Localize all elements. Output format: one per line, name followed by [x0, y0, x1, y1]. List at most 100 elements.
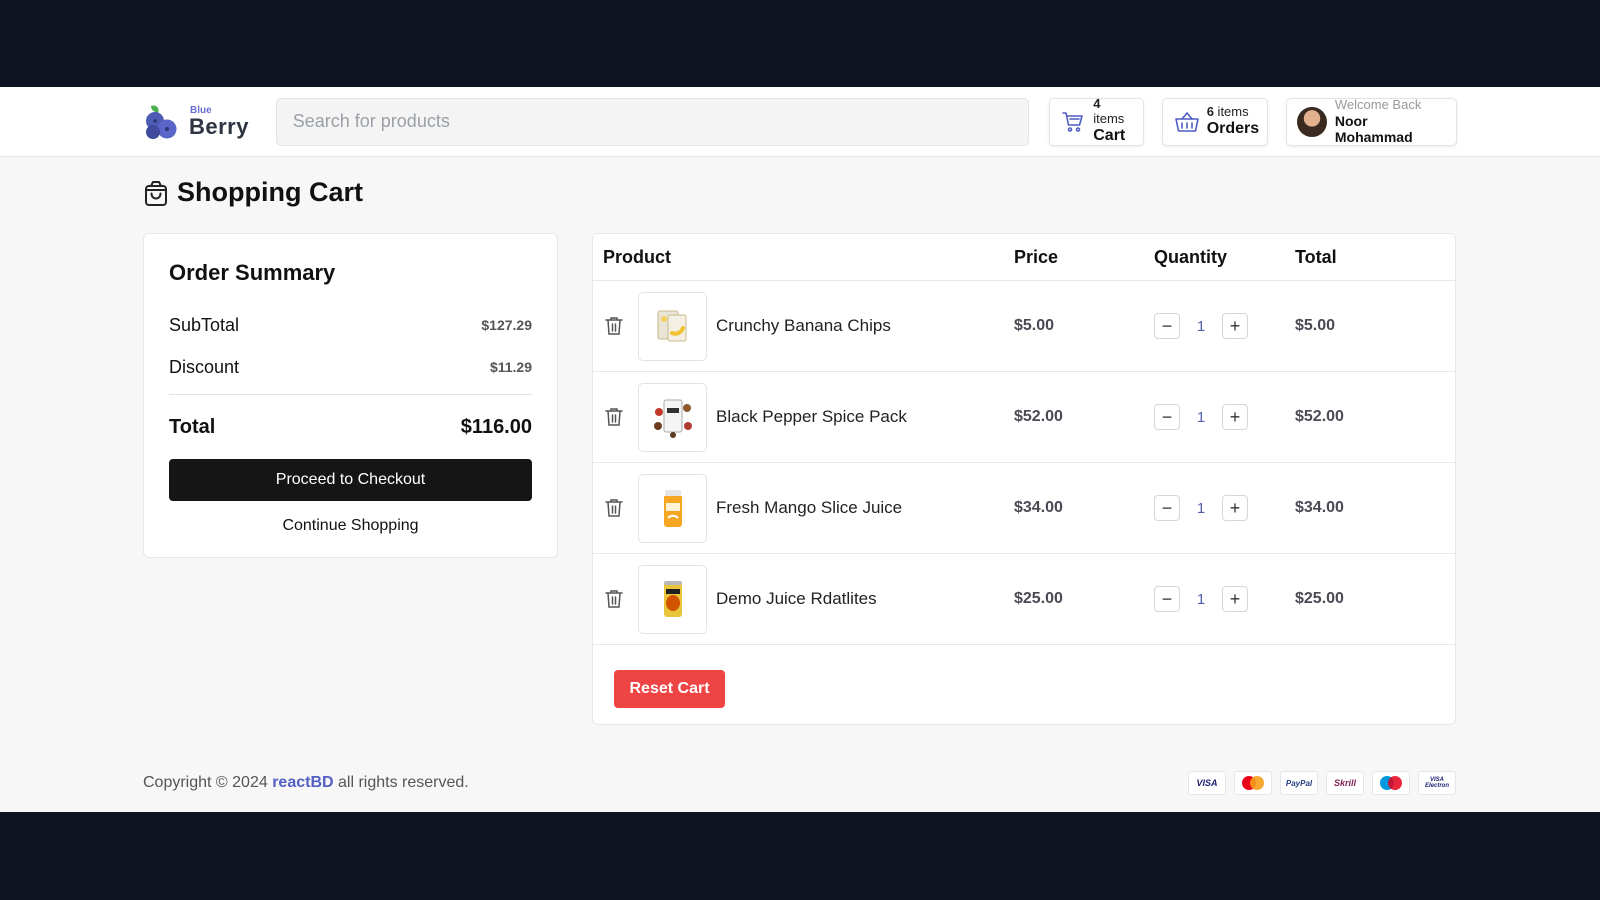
quantity-value: 1 [1196, 499, 1206, 517]
product-name: Crunchy Banana Chips [716, 316, 891, 335]
trash-icon [605, 317, 623, 335]
product-price: $5.00 [1014, 317, 1055, 334]
product-price: $25.00 [1014, 590, 1063, 607]
app-viewport: Blue Berry 4 items Cart [0, 87, 1600, 812]
logo-big-text: Berry [189, 113, 249, 139]
discount-row: Discount $11.29 [169, 346, 532, 388]
quantity-stepper: − 1 + [1154, 495, 1295, 521]
quantity-stepper: − 1 + [1154, 404, 1295, 430]
header-quantity: Quantity [1154, 246, 1228, 267]
avatar [1297, 106, 1327, 137]
decrease-quantity-button[interactable]: − [1154, 313, 1180, 339]
user-menu-button[interactable]: Welcome Back Noor Mohammad [1286, 96, 1457, 146]
table-row: Crunchy Banana Chips $5.00 − 1 + $5.00 [593, 281, 1455, 372]
cart-table: Product Price Quantity Total Crunchy Ban… [592, 233, 1456, 725]
logo[interactable]: Blue Berry [143, 102, 268, 142]
banana-chips-product-image [638, 291, 707, 361]
subtotal-label: SubTotal [169, 314, 240, 335]
product-name: Black Pepper Spice Pack [716, 407, 907, 426]
quantity-value: 1 [1196, 590, 1206, 608]
total-label: Total [169, 415, 216, 438]
visa-card-icon: VISA [1188, 771, 1226, 795]
copyright-text: Copyright © 2024 reactBD all rights rese… [143, 774, 469, 792]
page-title: Shopping Cart [177, 177, 363, 207]
trash-icon [605, 408, 623, 426]
delete-item-button[interactable] [603, 406, 625, 428]
payment-methods: VISA PayPal Skrill VISA Electron [1188, 771, 1456, 795]
increase-quantity-button[interactable]: + [1222, 586, 1248, 612]
table-row: Fresh Mango Slice Juice $34.00 − 1 + $34… [593, 463, 1455, 554]
total-value: $116.00 [460, 415, 532, 438]
quantity-stepper: − 1 + [1154, 313, 1295, 339]
search-bar [275, 97, 1029, 146]
product-name: Demo Juice Rdatlites [716, 589, 877, 608]
divider [169, 394, 532, 395]
orders-count-suffix: items [1213, 103, 1249, 119]
line-total: $5.00 [1295, 317, 1336, 334]
line-total: $25.00 [1295, 590, 1344, 607]
cart-count: 4 [1093, 96, 1101, 112]
delete-item-button[interactable] [603, 588, 625, 610]
product-price: $52.00 [1014, 408, 1063, 425]
table-row: Black Pepper Spice Pack $52.00 − 1 + $52… [593, 372, 1455, 463]
trash-icon [605, 590, 623, 608]
cart-button[interactable]: 4 items Cart [1048, 96, 1144, 146]
line-total: $34.00 [1295, 499, 1344, 516]
header-total: Total [1295, 246, 1337, 267]
copyright-prefix: Copyright © 2024 [143, 774, 273, 791]
maestro-icon [1372, 771, 1410, 795]
welcome-text: Welcome Back [1334, 96, 1422, 112]
quantity-value: 1 [1196, 408, 1206, 426]
cart-label: Cart [1093, 127, 1126, 145]
top-navbar: Blue Berry 4 items Cart [0, 87, 1600, 157]
user-name: Noor Mohammad [1334, 112, 1413, 145]
orders-label: Orders [1206, 119, 1260, 137]
cart-icon [1060, 108, 1088, 136]
mango-juice-product-image [638, 473, 707, 543]
visa-electron-icon: VISA Electron [1418, 771, 1456, 795]
delete-item-button[interactable] [603, 497, 625, 519]
product-name: Fresh Mango Slice Juice [716, 498, 903, 517]
blueberry-logo-icon [146, 104, 177, 139]
cart-count-suffix: items [1093, 111, 1125, 127]
mastercard-icon [1234, 771, 1272, 795]
orders-count: 6 [1206, 103, 1214, 119]
subtotal-row: SubTotal $127.29 [169, 304, 532, 346]
cart-table-header: Product Price Quantity Total [593, 234, 1455, 281]
decrease-quantity-button[interactable]: − [1154, 495, 1180, 521]
header-price: Price [1014, 246, 1059, 267]
paypal-icon: PayPal [1280, 771, 1318, 795]
header-product: Product [603, 246, 672, 267]
total-row: Total $116.00 [169, 407, 532, 447]
quantity-value: 1 [1196, 317, 1206, 335]
page-title-row: Shopping Cart [143, 177, 363, 208]
trash-icon [605, 499, 623, 517]
subtotal-value: $127.29 [481, 317, 532, 333]
copyright-suffix: all rights reserved. [333, 774, 469, 791]
table-row: Demo Juice Rdatlites $25.00 − 1 + $25.00 [593, 554, 1455, 645]
increase-quantity-button[interactable]: + [1222, 313, 1248, 339]
proceed-to-checkout-button[interactable]: Proceed to Checkout [169, 459, 532, 501]
basket-icon [1173, 108, 1201, 136]
decrease-quantity-button[interactable]: − [1154, 586, 1180, 612]
footer: Copyright © 2024 reactBD all rights rese… [143, 770, 1456, 796]
line-total: $52.00 [1295, 408, 1344, 425]
increase-quantity-button[interactable]: + [1222, 495, 1248, 521]
order-summary-card: Order Summary SubTotal $127.29 Discount … [143, 233, 558, 558]
spice-pack-product-image [638, 382, 707, 452]
continue-shopping-link[interactable]: Continue Shopping [282, 517, 418, 535]
product-price: $34.00 [1014, 499, 1063, 516]
reset-cart-button[interactable]: Reset Cart [614, 670, 725, 708]
increase-quantity-button[interactable]: + [1222, 404, 1248, 430]
search-input[interactable] [292, 111, 1012, 132]
brand-link[interactable]: reactBD [272, 774, 333, 791]
discount-label: Discount [169, 356, 240, 377]
orders-button[interactable]: 6 items Orders [1161, 97, 1269, 146]
discount-value: $11.29 [489, 359, 532, 375]
juice-can-product-image [638, 564, 707, 634]
shopping-bag-icon [145, 180, 167, 206]
skrill-icon: Skrill [1326, 771, 1364, 795]
quantity-stepper: − 1 + [1154, 586, 1295, 612]
delete-item-button[interactable] [603, 315, 625, 337]
decrease-quantity-button[interactable]: − [1154, 404, 1180, 430]
